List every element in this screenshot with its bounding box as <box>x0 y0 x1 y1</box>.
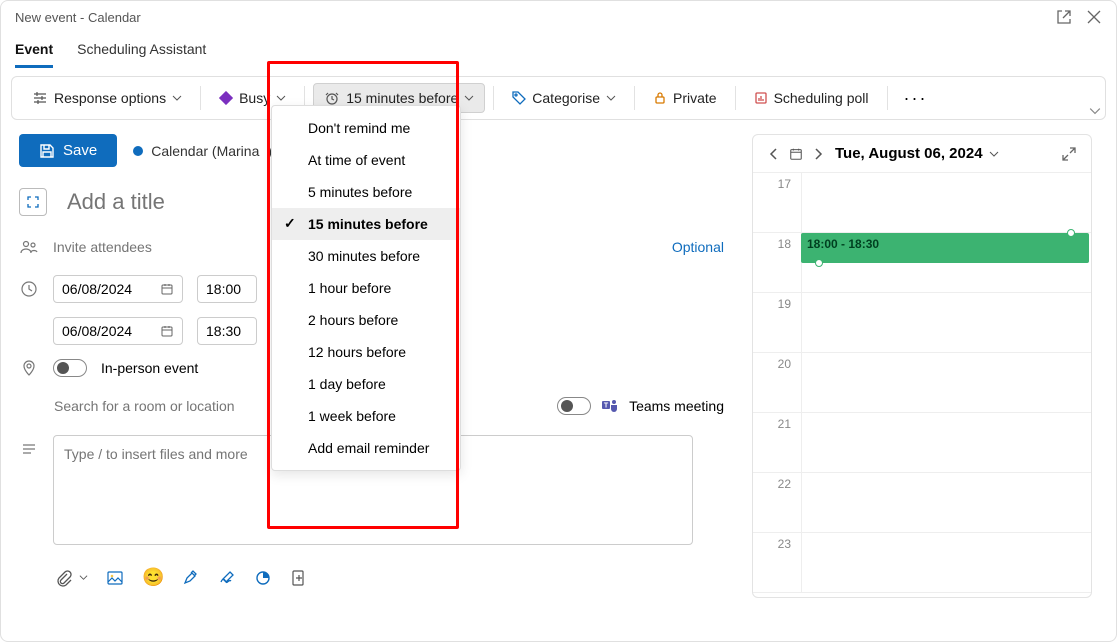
image-icon[interactable] <box>106 569 124 587</box>
calendar-select[interactable]: Calendar (Marina ) <box>133 143 290 159</box>
tabs: Event Scheduling Assistant <box>1 29 1116 68</box>
save-button[interactable]: Save <box>19 134 117 167</box>
event-handle-top[interactable] <box>1067 229 1075 237</box>
chevron-down-icon <box>172 93 182 103</box>
tab-scheduling[interactable]: Scheduling Assistant <box>77 35 206 68</box>
clock-icon <box>324 90 340 106</box>
chevron-down-icon <box>276 93 286 103</box>
loop-icon[interactable] <box>254 569 272 587</box>
more-button[interactable]: ··· <box>896 88 936 109</box>
private-button[interactable]: Private <box>643 84 727 112</box>
lock-icon <box>653 91 667 105</box>
svg-text:T: T <box>604 403 609 410</box>
calendar-color-dot <box>133 146 143 156</box>
prev-day-icon[interactable] <box>767 147 781 161</box>
scheduling-poll-button[interactable]: Scheduling poll <box>744 84 879 112</box>
chevron-down-icon <box>989 149 999 159</box>
next-day-icon[interactable] <box>811 147 825 161</box>
today-icon[interactable] <box>789 147 803 161</box>
reminder-dropdown: Don't remind me At time of event 5 minut… <box>271 105 461 471</box>
chevron-down-icon[interactable] <box>79 573 88 582</box>
calendar-icon <box>160 324 174 338</box>
busy-icon <box>219 91 233 105</box>
response-options-button[interactable]: Response options <box>22 84 192 112</box>
sliders-icon <box>32 90 48 106</box>
mini-date-select[interactable]: Tue, August 06, 2024 <box>835 145 999 162</box>
description-icon <box>20 441 38 459</box>
save-icon <box>39 143 55 159</box>
chevron-down-icon <box>464 93 474 103</box>
calendar-icon <box>160 282 174 296</box>
expand-title-icon[interactable] <box>19 188 47 216</box>
highlight-icon[interactable] <box>182 569 200 587</box>
poll-icon <box>754 91 768 105</box>
reminder-option[interactable]: 5 minutes before <box>272 176 460 208</box>
reminder-option[interactable]: 1 hour before <box>272 272 460 304</box>
close-icon[interactable] <box>1086 9 1102 25</box>
teams-icon: T <box>601 397 619 415</box>
tab-event[interactable]: Event <box>15 35 53 68</box>
event-handle-bottom[interactable] <box>815 259 823 267</box>
optional-link[interactable]: Optional <box>672 239 724 255</box>
attach-icon[interactable] <box>55 569 73 587</box>
chevron-down-icon <box>606 93 616 103</box>
expand-icon[interactable] <box>1061 146 1077 162</box>
event-block[interactable]: 18:00 - 18:30 <box>801 233 1089 263</box>
reminder-option[interactable]: 12 hours before <box>272 336 460 368</box>
reminder-option[interactable]: At time of event <box>272 144 460 176</box>
insert-icon[interactable] <box>290 569 308 587</box>
popout-icon[interactable] <box>1056 9 1072 25</box>
reminder-option[interactable]: 30 minutes before <box>272 240 460 272</box>
toolbar-expand-icon[interactable] <box>1089 105 1101 117</box>
toolbar: Response options Busy 15 minutes before … <box>11 76 1106 120</box>
start-time-input[interactable]: 18:00 <box>197 275 257 303</box>
inperson-label: In-person event <box>101 360 198 376</box>
titlebar: New event - Calendar <box>1 1 1116 29</box>
reminder-option[interactable]: 1 week before <box>272 400 460 432</box>
clock-icon <box>20 280 38 298</box>
window-title: New event - Calendar <box>15 10 141 25</box>
inperson-toggle[interactable] <box>53 359 87 377</box>
teams-toggle[interactable] <box>557 397 591 415</box>
teams-label: Teams meeting <box>629 398 724 414</box>
end-time-input[interactable]: 18:30 <box>197 317 257 345</box>
insert-bar: 😊 <box>19 559 732 598</box>
categorise-button[interactable]: Categorise <box>502 84 626 112</box>
start-date-input[interactable]: 06/08/2024 <box>53 275 183 303</box>
hour-grid[interactable]: 17 18 19 20 21 22 23 18:00 - 18:30 <box>753 172 1091 593</box>
people-icon <box>20 238 38 256</box>
tag-icon <box>512 91 526 105</box>
mini-calendar: Tue, August 06, 2024 17 18 19 20 21 22 2… <box>752 134 1092 598</box>
reminder-option[interactable]: Add email reminder <box>272 432 460 464</box>
end-date-input[interactable]: 06/08/2024 <box>53 317 183 345</box>
reminder-option[interactable]: Don't remind me <box>272 112 460 144</box>
signature-icon[interactable] <box>218 569 236 587</box>
reminder-option[interactable]: 1 day before <box>272 368 460 400</box>
location-icon <box>20 359 38 377</box>
emoji-icon[interactable]: 😊 <box>142 567 164 588</box>
reminder-option[interactable]: 2 hours before <box>272 304 460 336</box>
reminder-option[interactable]: 15 minutes before <box>272 208 460 240</box>
